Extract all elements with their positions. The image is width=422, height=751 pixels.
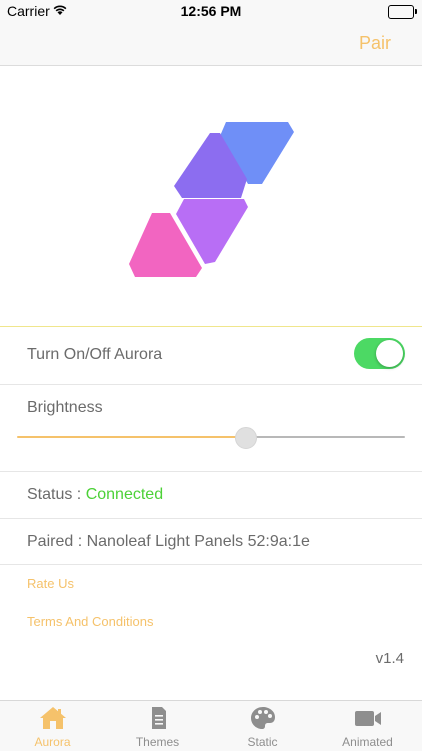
document-icon [143, 705, 173, 731]
slider-thumb[interactable] [235, 427, 257, 449]
brightness-slider[interactable] [17, 423, 405, 451]
battery-icon [388, 5, 417, 19]
light-panels-illustration [0, 66, 422, 327]
tab-bar: Aurora Themes Static Animated [0, 700, 422, 751]
version-label: v1.4 [375, 650, 404, 667]
tab-static[interactable]: Static [210, 701, 315, 751]
clock: 12:56 PM [180, 3, 242, 19]
slider-track-empty [246, 436, 405, 438]
power-row: Turn On/Off Aurora [0, 327, 422, 385]
brightness-row: Brightness [0, 385, 422, 472]
tab-label: Animated [342, 735, 393, 749]
tab-label: Static [247, 735, 278, 749]
status-text: Status : Connected [27, 486, 163, 504]
paired-device-label: Paired : Nanoleaf Light Panels 52:9a:1e [27, 533, 310, 550]
slider-track-filled [17, 436, 246, 438]
video-camera-icon [353, 705, 383, 731]
home-icon [38, 705, 68, 731]
status-label: Status : [27, 486, 86, 503]
tab-label: Themes [135, 735, 180, 749]
pair-button[interactable]: Pair [359, 33, 391, 54]
tab-aurora[interactable]: Aurora [0, 701, 105, 751]
tab-label: Aurora [34, 735, 71, 749]
navigation-bar: Pair [0, 22, 422, 66]
power-label: Turn On/Off Aurora [27, 346, 163, 363]
status-value: Connected [85, 486, 164, 503]
power-toggle[interactable] [354, 338, 405, 369]
palette-icon [248, 705, 278, 731]
brightness-label: Brightness [27, 399, 103, 416]
tab-animated[interactable]: Animated [315, 701, 420, 751]
rate-us-link[interactable]: Rate Us [27, 576, 74, 591]
status-row: Status : Connected [0, 472, 422, 519]
status-bar: Carrier 12:56 PM [0, 0, 422, 22]
tab-themes[interactable]: Themes [105, 701, 210, 751]
terms-link[interactable]: Terms And Conditions [27, 614, 153, 629]
paired-row: Paired : Nanoleaf Light Panels 52:9a:1e [0, 519, 422, 565]
toggle-knob [376, 340, 403, 367]
